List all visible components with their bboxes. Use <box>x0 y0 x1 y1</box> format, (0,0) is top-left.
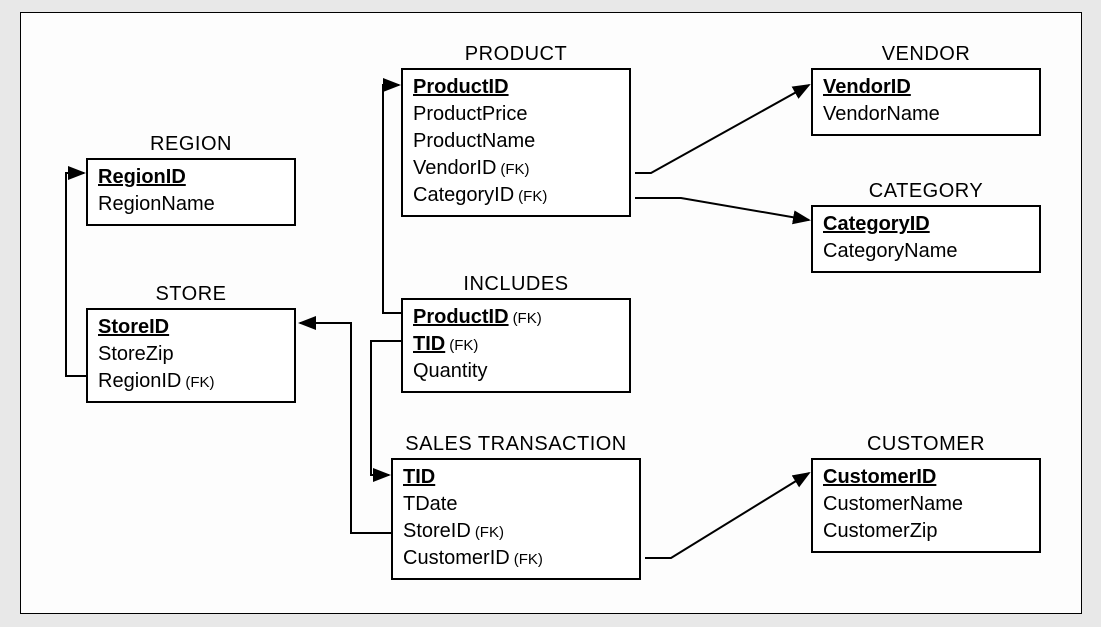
rel-product-category <box>635 198 809 220</box>
attr-product-1: ProductPrice <box>413 101 619 128</box>
entity-title-product: PRODUCT <box>401 43 631 66</box>
entity-title-store: STORE <box>86 283 296 306</box>
rel-sales-store <box>300 323 391 533</box>
entity-title-sales: SALES TRANSACTION <box>391 433 641 456</box>
attr-product-3: VendorID(FK) <box>413 155 619 182</box>
attr-customer-0: CustomerID <box>823 464 1029 491</box>
entity-title-includes: INCLUDES <box>401 273 631 296</box>
attr-customer-1: CustomerName <box>823 491 1029 518</box>
rel-sales-customer <box>645 473 809 558</box>
attr-region-1: RegionName <box>98 191 284 218</box>
diagram-frame: REGION RegionID RegionName STORE StoreID… <box>20 12 1082 614</box>
entity-customer: CUSTOMER CustomerID CustomerName Custome… <box>811 433 1041 553</box>
entity-box-region: RegionID RegionName <box>86 158 296 226</box>
attr-includes-0: ProductID(FK) <box>413 304 619 331</box>
entity-title-category: CATEGORY <box>811 180 1041 203</box>
attr-sales-3: CustomerID(FK) <box>403 545 629 572</box>
attr-customer-2: CustomerZip <box>823 518 1029 545</box>
attr-region-0: RegionID <box>98 164 284 191</box>
entity-box-sales: TID TDate StoreID(FK) CustomerID(FK) <box>391 458 641 580</box>
attr-includes-1: TID(FK) <box>413 331 619 358</box>
attr-sales-0: TID <box>403 464 629 491</box>
entity-title-customer: CUSTOMER <box>811 433 1041 456</box>
attr-product-4: CategoryID(FK) <box>413 182 619 209</box>
entity-vendor: VENDOR VendorID VendorName <box>811 43 1041 136</box>
rel-store-region <box>66 173 86 376</box>
rel-includes-product <box>383 85 401 313</box>
rel-product-vendor <box>635 85 809 173</box>
entity-title-region: REGION <box>86 133 296 156</box>
attr-store-1: StoreZip <box>98 341 284 368</box>
entity-box-vendor: VendorID VendorName <box>811 68 1041 136</box>
entity-box-category: CategoryID CategoryName <box>811 205 1041 273</box>
attr-vendor-1: VendorName <box>823 101 1029 128</box>
entity-category: CATEGORY CategoryID CategoryName <box>811 180 1041 273</box>
attr-store-0: StoreID <box>98 314 284 341</box>
attr-category-0: CategoryID <box>823 211 1029 238</box>
entity-box-includes: ProductID(FK) TID(FK) Quantity <box>401 298 631 393</box>
attr-sales-1: TDate <box>403 491 629 518</box>
entity-box-product: ProductID ProductPrice ProductName Vendo… <box>401 68 631 217</box>
entity-sales: SALES TRANSACTION TID TDate StoreID(FK) … <box>391 433 641 580</box>
entity-box-customer: CustomerID CustomerName CustomerZip <box>811 458 1041 553</box>
attr-store-2: RegionID(FK) <box>98 368 284 395</box>
page: REGION RegionID RegionName STORE StoreID… <box>0 0 1101 627</box>
entity-includes: INCLUDES ProductID(FK) TID(FK) Quantity <box>401 273 631 393</box>
attr-category-1: CategoryName <box>823 238 1029 265</box>
entity-product: PRODUCT ProductID ProductPrice ProductNa… <box>401 43 631 217</box>
entity-store: STORE StoreID StoreZip RegionID(FK) <box>86 283 296 403</box>
attr-includes-2: Quantity <box>413 358 619 385</box>
entity-region: REGION RegionID RegionName <box>86 133 296 226</box>
attr-vendor-0: VendorID <box>823 74 1029 101</box>
attr-sales-2: StoreID(FK) <box>403 518 629 545</box>
attr-product-0: ProductID <box>413 74 619 101</box>
entity-box-store: StoreID StoreZip RegionID(FK) <box>86 308 296 403</box>
attr-product-2: ProductName <box>413 128 619 155</box>
entity-title-vendor: VENDOR <box>811 43 1041 66</box>
